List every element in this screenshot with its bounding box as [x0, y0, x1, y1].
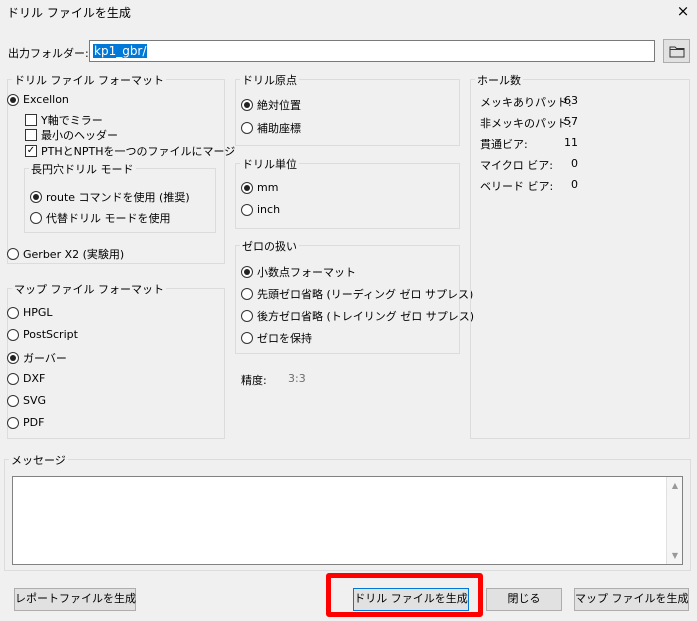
radio-indicator	[7, 352, 19, 364]
excellon-label: Excellon	[23, 93, 69, 106]
map-svg-label: SVG	[23, 394, 47, 407]
zeros-keep-radio[interactable]: ゼロを保持	[241, 330, 312, 346]
map-postscript-label: PostScript	[23, 328, 78, 341]
minimal-header-label: 最小のヘッダー	[41, 129, 118, 142]
generate-report-button[interactable]: レポートファイルを生成	[14, 588, 136, 611]
radio-indicator	[241, 122, 253, 134]
gerber-x2-radio[interactable]: Gerber X2 (実験用)	[7, 246, 124, 262]
drill-origin-title: ドリル原点	[240, 72, 299, 88]
radio-indicator	[241, 99, 253, 111]
precision-value: 3:3	[288, 372, 306, 385]
generate-map-file-button[interactable]: マップ ファイルを生成	[574, 588, 689, 611]
radio-indicator	[7, 306, 19, 319]
output-folder-input[interactable]: kp1_gbr/	[89, 40, 655, 62]
units-inch-label: inch	[257, 203, 281, 216]
radio-indicator	[7, 328, 19, 341]
messages-scrollbar[interactable]: ▲ ▼	[666, 477, 682, 564]
radio-indicator	[241, 332, 253, 344]
map-pdf-radio[interactable]: PDF	[7, 416, 44, 429]
checkbox-box	[25, 129, 37, 141]
zeros-suppress-leading-radio[interactable]: 先頭ゼロ省略 (リーディング ゼロ サプレス)	[241, 286, 473, 302]
plated-pads-value: 63	[564, 94, 578, 107]
scroll-up-icon[interactable]: ▲	[667, 481, 683, 490]
units-mm-label: mm	[257, 181, 279, 194]
zeros-keep-label: ゼロを保持	[257, 332, 312, 345]
mirror-y-label: Y軸でミラー	[41, 114, 103, 127]
origin-aux-radio[interactable]: 補助座標	[241, 120, 301, 136]
radio-indicator	[7, 93, 19, 106]
messages-textarea[interactable]: ▲ ▼	[12, 476, 683, 565]
merge-pth-npth-label: PTHとNPTHを一つのファイルにマージ	[41, 145, 236, 158]
zeros-suppress-trailing-radio[interactable]: 後方ゼロ省略 (トレイリング ゼロ サプレス)	[241, 308, 474, 324]
radio-indicator	[7, 372, 19, 385]
drill-format-title: ドリル ファイル フォーマット	[12, 72, 166, 88]
map-gerber-radio[interactable]: ガーバー	[7, 350, 67, 366]
map-dxf-radio[interactable]: DXF	[7, 372, 45, 385]
map-gerber-label: ガーバー	[23, 352, 67, 365]
origin-absolute-label: 絶対位置	[257, 99, 301, 112]
units-mm-radio[interactable]: mm	[241, 181, 278, 194]
excellon-radio[interactable]: Excellon	[7, 93, 69, 106]
map-dxf-label: DXF	[23, 372, 46, 385]
map-hpgl-radio[interactable]: HPGL	[7, 306, 53, 319]
zeros-decimal-label: 小数点フォーマット	[257, 266, 356, 279]
radio-indicator	[30, 212, 42, 224]
micro-vias-label: マイクロ ビア:	[480, 159, 553, 172]
messages-title: メッセージ	[9, 452, 68, 468]
checkbox-box	[25, 114, 37, 126]
output-folder-value: kp1_gbr/	[93, 44, 148, 58]
precision-label: 精度:	[241, 374, 267, 387]
mirror-y-checkbox[interactable]: Y軸でミラー	[25, 112, 103, 128]
radio-indicator	[241, 310, 253, 322]
zeros-suppress-leading-label: 先頭ゼロ省略 (リーディング ゼロ サプレス)	[257, 288, 474, 301]
through-vias-value: 11	[564, 136, 578, 149]
through-vias-label: 貫通ビア:	[480, 138, 528, 151]
drill-units-title: ドリル単位	[240, 156, 299, 172]
oval-drill-mode-title: 長円穴ドリル モード	[29, 161, 136, 177]
zeros-decimal-radio[interactable]: 小数点フォーマット	[241, 264, 356, 280]
hole-counts-group: ホール数	[470, 72, 690, 439]
close-icon[interactable]: ×	[675, 2, 691, 20]
merge-pth-npth-checkbox[interactable]: ✓ PTHとNPTHを一つのファイルにマージ	[25, 143, 235, 159]
folder-icon	[669, 46, 684, 57]
radio-indicator	[241, 288, 253, 300]
map-svg-radio[interactable]: SVG	[7, 394, 46, 407]
radio-indicator	[30, 191, 42, 203]
alt-drill-mode-radio[interactable]: 代替ドリル モードを使用	[30, 210, 171, 226]
scroll-down-icon[interactable]: ▼	[667, 551, 683, 560]
zeros-format-title: ゼロの扱い	[240, 238, 299, 254]
hole-counts-title: ホール数	[475, 72, 523, 88]
units-inch-radio[interactable]: inch	[241, 203, 280, 216]
radio-indicator	[241, 181, 253, 194]
check-mark-icon: ✓	[25, 145, 37, 157]
alt-drill-mode-label: 代替ドリル モードを使用	[46, 212, 171, 225]
output-folder-label: 出力フォルダー:	[8, 47, 89, 60]
radio-indicator	[7, 248, 19, 260]
map-pdf-label: PDF	[23, 416, 45, 429]
origin-absolute-radio[interactable]: 絶対位置	[241, 97, 301, 113]
browse-folder-button[interactable]	[663, 39, 690, 63]
gerber-x2-label: Gerber X2 (実験用)	[23, 248, 125, 261]
drill-units-group: ドリル単位	[235, 156, 460, 229]
non-plated-pads-value: 57	[564, 115, 578, 128]
map-hpgl-label: HPGL	[23, 306, 53, 319]
close-button[interactable]: 閉じる	[486, 588, 562, 611]
window-title: ドリル ファイルを生成	[7, 6, 131, 20]
micro-vias-value: 0	[571, 157, 578, 170]
route-command-radio[interactable]: route コマンドを使用 (推奨)	[30, 189, 190, 205]
minimal-header-checkbox[interactable]: 最小のヘッダー	[25, 127, 118, 143]
radio-indicator	[7, 416, 19, 429]
radio-indicator	[241, 203, 253, 216]
map-postscript-radio[interactable]: PostScript	[7, 328, 78, 341]
radio-indicator	[7, 394, 19, 407]
zeros-suppress-trailing-label: 後方ゼロ省略 (トレイリング ゼロ サプレス)	[257, 310, 475, 323]
origin-aux-label: 補助座標	[257, 122, 301, 135]
buried-vias-label: ベリード ビア:	[480, 180, 554, 193]
red-highlight-box	[326, 573, 483, 617]
route-command-label: route コマンドを使用 (推奨)	[46, 191, 190, 204]
map-format-title: マップ ファイル フォーマット	[12, 281, 166, 297]
buried-vias-value: 0	[571, 178, 578, 191]
radio-indicator	[241, 266, 253, 278]
